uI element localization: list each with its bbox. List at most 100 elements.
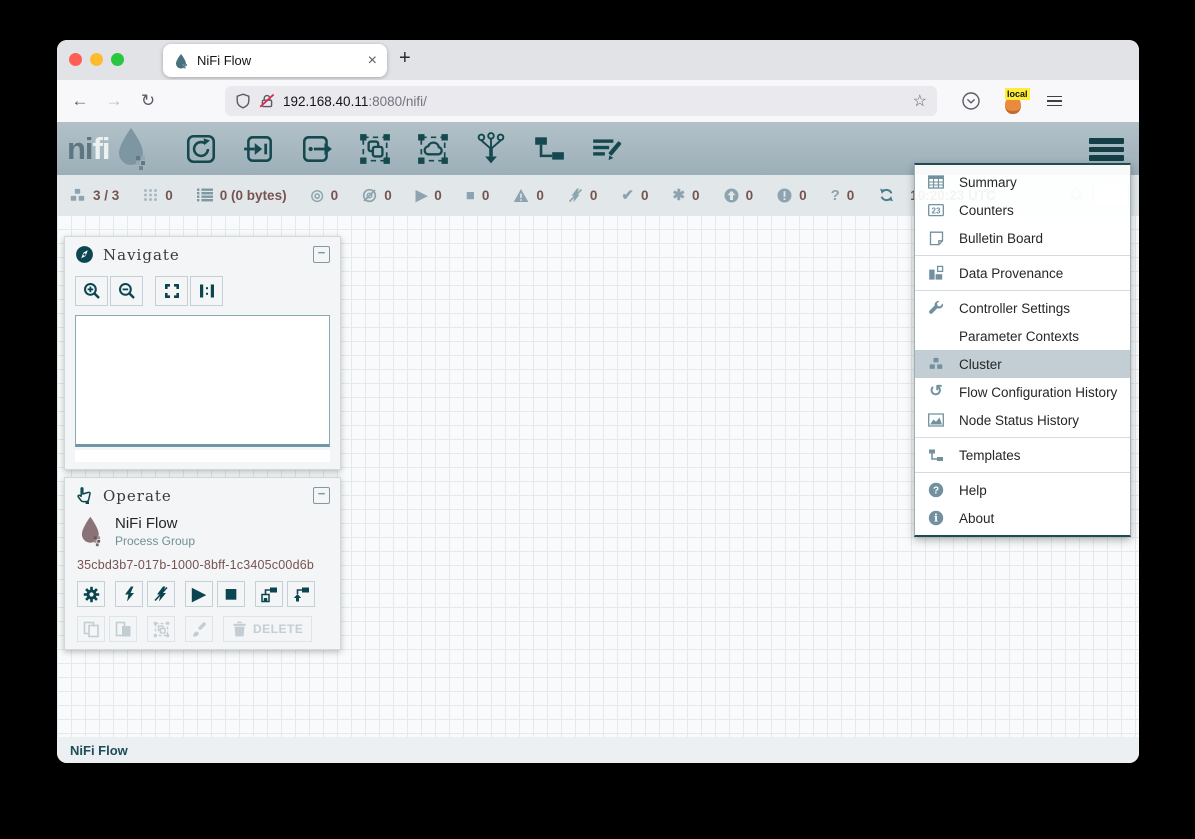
toolbar-right-buttons: local <box>961 91 1062 111</box>
birdseye-map[interactable] <box>75 315 330 447</box>
reload-button[interactable]: ↻ <box>131 91 165 111</box>
svg-text:i: i <box>934 513 938 525</box>
locally-modified-and-stale-icon <box>777 188 792 203</box>
new-tab-button[interactable]: + <box>399 47 411 70</box>
menu-item-parameter-contexts[interactable]: Parameter Contexts <box>915 322 1130 350</box>
minimize-window-button[interactable] <box>90 53 103 66</box>
create-template-button[interactable] <box>255 581 283 607</box>
menu-item-bulletin-board[interactable]: Bulletin Board <box>915 224 1130 252</box>
menu-item-flow-configuration-history[interactable]: ↺ Flow Configuration History <box>915 378 1130 406</box>
history-icon: ↺ <box>927 384 945 400</box>
browser-tab[interactable]: NiFi Flow × <box>163 44 387 77</box>
zoom-window-button[interactable] <box>111 53 124 66</box>
menu-item-help[interactable]: ? Help <box>915 476 1130 504</box>
zoom-actual-size-button[interactable] <box>190 276 223 306</box>
menu-item-about[interactable]: i About <box>915 504 1130 532</box>
zoom-in-button[interactable] <box>75 276 108 306</box>
invalid-icon <box>513 188 529 203</box>
group-button[interactable] <box>147 616 175 642</box>
birdseye-footer <box>75 450 330 462</box>
color-button[interactable] <box>185 616 213 642</box>
status-running: ▶ 0 <box>416 188 442 203</box>
menu-item-templates[interactable]: Templates <box>915 441 1130 469</box>
titlebar: NiFi Flow × + <box>57 40 1139 80</box>
shield-permissions-icon[interactable] <box>235 93 251 109</box>
svg-text:?: ? <box>933 485 939 496</box>
menu-separator <box>915 290 1130 291</box>
process-group-droplet-icon <box>77 513 105 550</box>
url-text[interactable]: 192.168.40.11:8080/nifi/ <box>283 94 427 109</box>
tab-title: NiFi Flow <box>197 53 368 68</box>
upload-template-button[interactable] <box>287 581 315 607</box>
stop-button[interactable]: ■ <box>217 581 245 607</box>
remote-process-group-component-icon[interactable] <box>414 131 452 167</box>
navigate-panel: Navigate − <box>64 236 341 470</box>
url-bar[interactable]: 192.168.40.11:8080/nifi/ ☆ <box>225 86 937 116</box>
zoom-out-button[interactable] <box>110 276 143 306</box>
pocket-icon[interactable] <box>961 91 981 111</box>
process-group-id: 35cbd3b7-017b-1000-8bff-1c3405c00d6b <box>77 558 328 572</box>
operate-collapse-button[interactable]: − <box>313 487 330 504</box>
input-port-component-icon[interactable] <box>240 131 278 167</box>
disabled-icon <box>568 188 583 203</box>
status-up-to-date: ✔ 0 <box>621 188 648 203</box>
navigate-collapse-button[interactable]: − <box>313 246 330 263</box>
operate-header: Operate − <box>65 478 340 509</box>
extension-icon[interactable]: local <box>1005 92 1023 110</box>
cluster-icon <box>69 188 86 203</box>
start-button[interactable]: ▶ <box>185 581 213 607</box>
status-transmitting: ◎ 0 <box>311 188 339 203</box>
zoom-fit-button[interactable] <box>155 276 188 306</box>
nifi-logo-droplet-icon <box>112 126 152 172</box>
summary-icon <box>927 175 945 189</box>
locally-modified-icon: ✱ <box>672 188 685 203</box>
not-transmitting-icon <box>362 188 377 203</box>
disable-button[interactable] <box>147 581 175 607</box>
compass-icon <box>75 245 94 264</box>
insecure-lock-icon[interactable] <box>259 93 275 109</box>
status-queued: 0 (0 bytes) <box>197 188 287 203</box>
url-host: 192.168.40.11 <box>283 94 368 109</box>
processor-component-icon[interactable] <box>182 131 220 167</box>
menu-item-cluster[interactable]: Cluster <box>915 350 1130 378</box>
configure-button[interactable] <box>77 581 105 607</box>
label-component-icon[interactable] <box>588 131 626 167</box>
global-menu-button[interactable] <box>1089 138 1124 161</box>
forward-button[interactable]: → <box>97 91 131 111</box>
template-component-icon[interactable] <box>530 131 568 167</box>
copy-button[interactable] <box>77 616 105 642</box>
refresh-icon[interactable] <box>878 187 895 203</box>
delete-label: DELETE <box>253 622 303 636</box>
process-group-component-icon[interactable] <box>356 131 394 167</box>
menu-item-node-status-history[interactable]: Node Status History <box>915 406 1130 434</box>
menu-item-data-provenance[interactable]: Data Provenance <box>915 259 1130 287</box>
menu-item-controller-settings[interactable]: Controller Settings <box>915 294 1130 322</box>
browser-menu-icon[interactable] <box>1047 96 1062 107</box>
chart-icon <box>927 413 945 427</box>
paste-button[interactable] <box>109 616 137 642</box>
provenance-icon <box>927 265 945 281</box>
status-invalid: 0 <box>513 188 544 203</box>
url-path: :8080/nifi/ <box>368 94 427 109</box>
breadcrumb-root[interactable]: NiFi Flow <box>70 743 128 758</box>
about-icon: i <box>927 510 945 526</box>
back-button[interactable]: ← <box>63 91 97 111</box>
browser-window: NiFi Flow × + ← → ↻ 192.168.40.11:8080/n… <box>57 40 1139 763</box>
templates-icon <box>927 448 945 463</box>
extension-local-badge: local <box>1005 88 1030 100</box>
close-window-button[interactable] <box>69 53 82 66</box>
output-port-component-icon[interactable] <box>298 131 336 167</box>
menu-item-summary[interactable]: Summary <box>915 168 1130 196</box>
menu-separator <box>915 255 1130 256</box>
sync-failure-icon: ? <box>831 188 840 203</box>
bookmark-star-icon[interactable]: ☆ <box>913 91 927 111</box>
nifi-logo-fi: fi <box>93 131 110 167</box>
delete-button[interactable]: DELETE <box>223 616 312 642</box>
threads-icon <box>143 188 158 202</box>
funnel-component-icon[interactable] <box>472 131 510 167</box>
tab-close-icon[interactable]: × <box>368 53 377 69</box>
queue-icon <box>197 188 213 202</box>
status-locally-modified: ✱ 0 <box>672 188 699 203</box>
enable-button[interactable] <box>115 581 143 607</box>
menu-item-counters[interactable]: 23 Counters <box>915 196 1130 224</box>
